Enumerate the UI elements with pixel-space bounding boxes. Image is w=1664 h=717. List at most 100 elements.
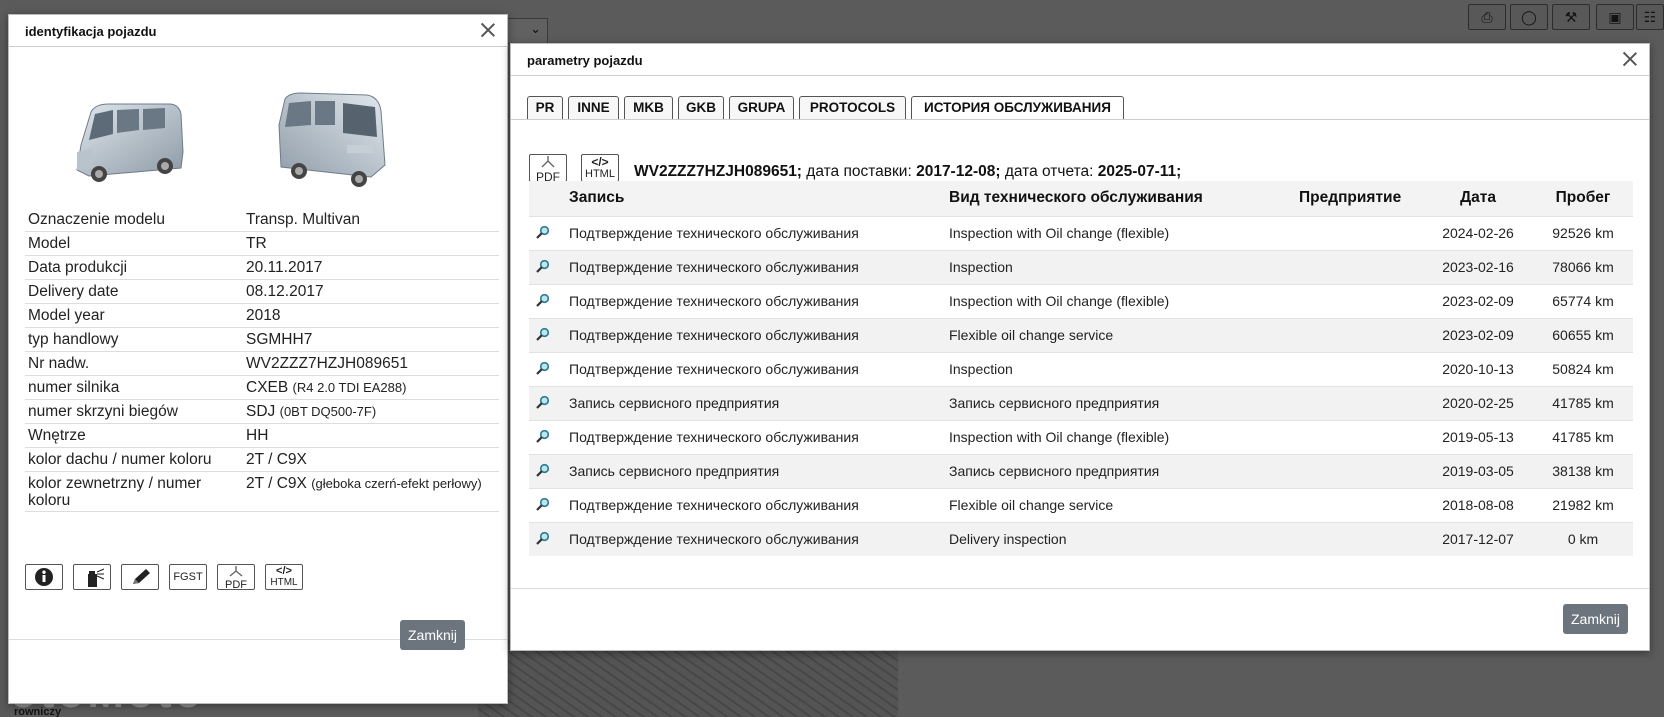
cell-service-type: Inspection with Oil change (flexible) (943, 419, 1293, 454)
cell-service-type: Запись сервисного предприятия (943, 453, 1293, 488)
cell-date: 2019-05-13 (1423, 419, 1533, 454)
row-value: HH (243, 423, 499, 448)
cell-date: 2024-02-26 (1423, 215, 1533, 250)
dialog-divider (511, 588, 1649, 589)
cell-mileage: 78066 km (1533, 249, 1633, 284)
tab-protocols[interactable]: PROTOCOLS (799, 96, 906, 120)
cell-entry: Подтверждение технического обслуживания (563, 215, 943, 250)
cell-date: 2020-02-25 (1423, 385, 1533, 420)
magnifier-icon (536, 429, 550, 443)
row-value: 08.12.2017 (243, 279, 499, 304)
row-details-button[interactable] (529, 317, 563, 352)
cell-date: 2017-12-07 (1423, 521, 1533, 556)
cell-mileage: 60655 km (1533, 317, 1633, 352)
cell-date: 2020-10-13 (1423, 351, 1533, 386)
vehicle-identification-dialog: identyfikacja pojazdu Oznaczenie modelu … (8, 14, 508, 704)
magnifier-icon (536, 497, 550, 511)
row-details-button[interactable] (529, 249, 563, 284)
close-icon[interactable] (1621, 50, 1639, 68)
row-details-button[interactable] (529, 215, 563, 250)
cell-company (1293, 521, 1423, 556)
row-label: Delivery date (25, 279, 243, 304)
row-details-button[interactable] (529, 453, 563, 488)
table-row[interactable]: Подтверждение технического обслуживания I… (529, 419, 1633, 454)
tab-pr[interactable]: PR (527, 96, 563, 120)
table-row[interactable]: Подтверждение технического обслуживания I… (529, 351, 1633, 386)
cell-date: 2023-02-16 (1423, 249, 1533, 284)
table-row[interactable]: Подтверждение технического обслуживания F… (529, 487, 1633, 522)
row-label: Model year (25, 303, 243, 328)
html-button[interactable]: </> HTML (581, 154, 619, 182)
tab-gkb[interactable]: GKB (678, 96, 724, 120)
pdf-icon (541, 156, 555, 168)
report-date-label: дата отчета: (1004, 163, 1094, 180)
cell-entry: Подтверждение технического обслуживания (563, 249, 943, 284)
row-details-button[interactable] (529, 351, 563, 386)
row-details-button[interactable] (529, 419, 563, 454)
cell-company (1293, 385, 1423, 420)
cell-service-type: Inspection with Oil change (flexible) (943, 215, 1293, 250)
fgst-button[interactable]: FGST (169, 564, 207, 590)
table-row[interactable]: Подтверждение технического обслуживания D… (529, 521, 1633, 556)
column-header-company: Предприятие (1293, 181, 1423, 216)
table-row: Nr nadw. WV2ZZZ7HZJH089651 (25, 351, 499, 376)
row-details-button[interactable] (529, 487, 563, 522)
row-label: typ handlowy (25, 327, 243, 352)
table-row[interactable]: Подтверждение технического обслуживания I… (529, 249, 1633, 284)
cell-company (1293, 215, 1423, 250)
tab-service-history[interactable]: ИСТОРИЯ ОБСЛУЖИВАНИЯ (911, 96, 1124, 120)
cell-service-type: Flexible oil change service (943, 487, 1293, 522)
table-row: Data produkcji 20.11.2017 (25, 255, 499, 280)
table-row[interactable]: Подтверждение технического обслуживания I… (529, 215, 1633, 250)
row-value: 2018 (243, 303, 499, 328)
cell-service-type: Inspection (943, 351, 1293, 386)
spray-paint-icon (88, 568, 105, 587)
paint-button[interactable] (73, 564, 111, 590)
tab-grupa[interactable]: GRUPA (729, 96, 794, 120)
table-row: Model year 2018 (25, 303, 499, 328)
cell-entry: Подтверждение технического обслуживания (563, 487, 943, 522)
van-front-image (76, 103, 184, 182)
html-code-icon: </> (276, 565, 292, 577)
magnifier-icon (536, 361, 550, 375)
row-sub-value: (0BT DQ500-7F) (279, 404, 377, 419)
pdf-icon (229, 566, 243, 577)
van-rear-image (278, 92, 386, 187)
cell-entry: Подтверждение технического обслуживания (563, 521, 943, 556)
pdf-label: PDF (225, 579, 247, 591)
tab-inne[interactable]: INNE (568, 96, 619, 120)
close-button[interactable]: Zamknij (1563, 604, 1629, 634)
tab-mkb[interactable]: MKB (624, 96, 673, 120)
row-value: Transp. Multivan (243, 208, 499, 232)
table-row[interactable]: Подтверждение технического обслуживания F… (529, 317, 1633, 352)
cell-service-type: Inspection (943, 249, 1293, 284)
table-row[interactable]: Запись сервисного предприятия Запись серв… (529, 453, 1633, 488)
row-value: 2T / C9X (głeboka czerń-efekt perłowy) (243, 471, 499, 512)
cell-service-type: Delivery inspection (943, 521, 1293, 556)
close-icon[interactable] (479, 21, 497, 39)
pdf-button[interactable]: PDF (529, 154, 567, 183)
cell-company (1293, 453, 1423, 488)
cell-company (1293, 419, 1423, 454)
table-row: numer silnika CXEB (R4 2.0 TDI EA288) (25, 375, 499, 400)
table-row[interactable]: Подтверждение технического обслуживания I… (529, 283, 1633, 318)
magnifier-icon (536, 259, 550, 273)
close-button[interactable]: Zamknij (400, 620, 466, 650)
edit-button[interactable] (121, 564, 159, 590)
cell-service-type: Запись сервисного предприятия (943, 385, 1293, 420)
table-row: Delivery date 08.12.2017 (25, 279, 499, 304)
info-icon (35, 568, 53, 586)
cell-date: 2023-02-09 (1423, 283, 1533, 318)
row-label: kolor dachu / numer koloru (25, 447, 243, 472)
cell-entry: Подтверждение технического обслуживания (563, 419, 943, 454)
html-button[interactable]: </> HTML (265, 564, 303, 590)
column-header-entry: Запись (563, 181, 943, 216)
cell-entry: Подтверждение технического обслуживания (563, 351, 943, 386)
pdf-button[interactable]: PDF (217, 564, 255, 591)
cell-company (1293, 283, 1423, 318)
info-button[interactable] (25, 564, 63, 590)
row-details-button[interactable] (529, 283, 563, 318)
row-details-button[interactable] (529, 521, 563, 556)
table-row[interactable]: Запись сервисного предприятия Запись серв… (529, 385, 1633, 420)
row-details-button[interactable] (529, 385, 563, 420)
